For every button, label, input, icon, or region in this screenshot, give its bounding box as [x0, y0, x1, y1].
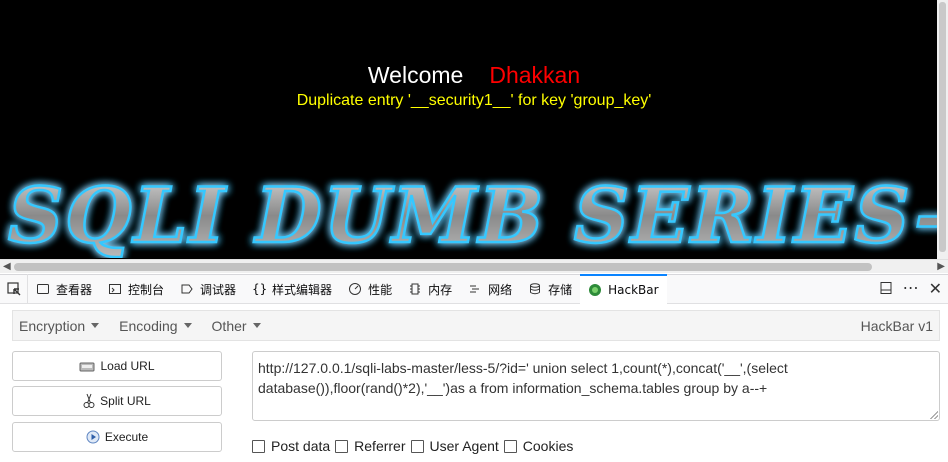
hackbar-menu-bar: Encryption Encoding Other HackBar v1: [12, 310, 940, 341]
request-options: Post data Referrer User Agent Cookies: [252, 437, 578, 455]
tab-storage[interactable]: 存储: [520, 275, 580, 304]
tab-label: HackBar: [608, 283, 659, 297]
tab-network[interactable]: 网络: [460, 275, 520, 304]
other-label: Other: [211, 317, 247, 334]
devtools-window-controls: ⋯ ✕: [879, 279, 948, 299]
welcome-line: Welcome Dhakkan: [0, 62, 948, 89]
encoding-menu[interactable]: Encoding: [113, 318, 197, 334]
chevron-down-icon: [252, 323, 261, 328]
encryption-label: Encryption: [19, 317, 86, 334]
url-textarea[interactable]: http://127.0.0.1/sqli-labs-master/less-5…: [252, 351, 940, 421]
scissors-icon: [83, 393, 95, 409]
execute-label: Execute: [104, 430, 149, 444]
chevron-down-icon: [183, 323, 192, 328]
tab-label: 存储: [548, 282, 573, 297]
post-data-option[interactable]: Post data: [252, 438, 330, 454]
tab-label: 控制台: [128, 282, 165, 297]
vertical-scroll-thumb[interactable]: [939, 2, 946, 252]
cookies-option[interactable]: Cookies: [503, 438, 574, 454]
user-agent-option[interactable]: User Agent: [410, 438, 499, 454]
load-url-button[interactable]: Load URL: [12, 351, 222, 381]
tab-label: 性能: [368, 282, 393, 297]
tab-label: 样式编辑器: [272, 282, 333, 297]
tab-label: 内存: [428, 282, 453, 297]
tab-debugger[interactable]: 调试器: [172, 275, 244, 304]
close-icon[interactable]: ✕: [929, 279, 942, 299]
debugger-icon: [180, 282, 194, 296]
scroll-left-arrow-icon[interactable]: ◀: [3, 260, 11, 273]
split-url-button[interactable]: Split URL: [12, 386, 222, 416]
tab-style-editor[interactable]: {} 样式编辑器: [244, 275, 340, 304]
post-data-label: Post data: [271, 438, 331, 454]
referrer-label: Referrer: [354, 438, 406, 454]
sql-error-message: Duplicate entry '__security1__' for key …: [296, 92, 652, 109]
post-data-checkbox[interactable]: [252, 439, 265, 453]
performance-icon: [348, 282, 362, 296]
inspector-icon: [36, 282, 50, 296]
chevron-down-icon: [91, 323, 100, 328]
user-agent-checkbox[interactable]: [410, 439, 424, 453]
element-picker-icon: [6, 282, 20, 296]
tab-label: 查看器: [56, 282, 93, 297]
welcome-text: Welcome: [367, 62, 464, 88]
console-icon: [108, 282, 122, 296]
element-picker-button[interactable]: [0, 274, 28, 304]
user-name: Dhakkan: [489, 62, 581, 88]
banner-text: SQLI DUMB SERIES-: [8, 171, 948, 258]
sqli-banner-logo: SQLI DUMB SERIES-: [7, 170, 948, 258]
user-agent-label: User Agent: [429, 438, 499, 454]
execute-button[interactable]: Execute: [12, 422, 222, 452]
tab-memory[interactable]: 内存: [400, 275, 460, 304]
scroll-right-arrow-icon[interactable]: ▶: [937, 260, 945, 273]
hackbar-version: HackBar v1: [860, 317, 933, 334]
style-editor-icon: {}: [252, 282, 268, 296]
referrer-option[interactable]: Referrer: [335, 438, 406, 454]
encoding-label: Encoding: [119, 317, 178, 334]
play-icon: [86, 430, 100, 444]
horizontal-scroll-thumb[interactable]: [14, 263, 872, 271]
tab-label: 调试器: [200, 282, 237, 297]
cookies-label: Cookies: [522, 438, 574, 454]
cookies-checkbox[interactable]: [503, 439, 517, 453]
encryption-menu[interactable]: Encryption: [13, 318, 105, 334]
more-options-icon[interactable]: ⋯: [903, 281, 919, 297]
memory-icon: [408, 282, 422, 296]
tab-hackbar[interactable]: HackBar: [580, 274, 667, 304]
hackbar-icon: [588, 283, 602, 297]
dock-icon[interactable]: [879, 281, 893, 298]
other-menu[interactable]: Other: [206, 318, 267, 334]
vertical-scrollbar[interactable]: [937, 0, 948, 259]
resize-grip-icon[interactable]: [930, 411, 938, 419]
load-url-icon: [79, 359, 95, 373]
page-viewport: Welcome Dhakkan Duplicate entry '__securi…: [0, 0, 948, 273]
split-url-label: Split URL: [100, 394, 151, 408]
load-url-label: Load URL: [100, 359, 155, 373]
horizontal-scrollbar[interactable]: ◀ ▶: [0, 259, 948, 273]
network-icon: [468, 282, 482, 296]
storage-icon: [528, 282, 542, 296]
tab-console[interactable]: 控制台: [100, 275, 172, 304]
tab-label: 网络: [488, 282, 513, 297]
tab-performance[interactable]: 性能: [340, 275, 400, 304]
devtools-toolbar: 查看器 控制台 调试器 {} 样式编辑器 性能 内存 网络 存储 HackBar…: [0, 274, 948, 304]
tab-inspector[interactable]: 查看器: [28, 275, 100, 304]
url-text: http://127.0.0.1/sqli-labs-master/less-5…: [258, 360, 788, 396]
referrer-checkbox[interactable]: [335, 439, 349, 453]
